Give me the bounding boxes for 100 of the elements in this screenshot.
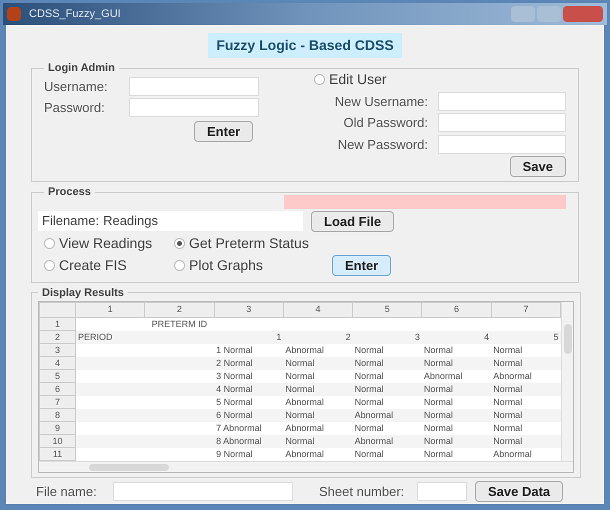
input-field[interactable] — [417, 482, 467, 501]
table-cell: Normal — [491, 344, 560, 356]
radio-option[interactable]: Create FIS — [44, 255, 174, 276]
field-label: File name: — [35, 482, 98, 501]
table-cell: Normal — [283, 370, 353, 382]
input-field[interactable] — [113, 482, 293, 501]
table-cell: 4 — [422, 330, 492, 344]
table-cell: 7 Abnormal — [214, 422, 284, 434]
row-header: 4 — [40, 356, 76, 370]
table-cell: Normal — [283, 408, 353, 422]
table-cell: Normal — [283, 382, 353, 396]
input-field[interactable] — [129, 76, 259, 96]
field-label: New Username: — [334, 92, 429, 110]
row-header: 3 — [40, 344, 76, 356]
row-header: 2 — [40, 330, 76, 344]
table-cell: Normal — [491, 396, 560, 408]
table-cell: Normal — [352, 382, 422, 396]
table-cell: Normal — [352, 344, 422, 356]
table-cell: Normal — [422, 356, 492, 370]
field-label: Sheet number: — [319, 482, 406, 501]
input-field[interactable] — [438, 92, 566, 111]
table-cell: 2 Normal — [214, 356, 284, 370]
table-cell: Normal — [352, 356, 422, 370]
table-cell: 3 — [352, 330, 422, 344]
panel-title: Display Results — [41, 286, 125, 300]
field-label: Old Password: — [342, 114, 429, 132]
button[interactable]: Enter — [194, 120, 254, 142]
column-header: 6 — [422, 302, 492, 318]
row-header: 10 — [40, 434, 76, 448]
table-cell: PRETERM ID — [144, 318, 214, 330]
table-cell: 3 Normal — [214, 370, 284, 382]
input-field[interactable] — [129, 98, 259, 118]
table-cell: 5 — [491, 330, 560, 344]
app-icon — [7, 7, 21, 21]
panel-title: Process — [47, 185, 92, 200]
table-cell: Normal — [283, 356, 353, 370]
row-header: 5 — [40, 370, 76, 382]
table-cell: Abnormal — [422, 370, 492, 382]
table-cell: 2 — [283, 330, 353, 344]
column-header: 4 — [283, 302, 353, 318]
table-cell: 1 Normal — [214, 344, 284, 356]
radio-option[interactable]: Get Preterm Status — [174, 232, 324, 254]
row-header: 6 — [40, 382, 76, 396]
input-field[interactable] — [438, 134, 566, 154]
row-header: 7 — [40, 396, 76, 408]
row-header: 1 — [40, 318, 76, 330]
field-label: New Password: — [336, 136, 429, 154]
table-cell: Abnormal — [491, 448, 560, 460]
filename-field[interactable]: Filename: Readings — [38, 211, 303, 231]
table-cell: Normal — [352, 396, 422, 408]
panel-title: Login Admin — [47, 61, 116, 76]
button[interactable]: Save — [510, 156, 566, 177]
horizontal-scrollbar[interactable] — [39, 461, 573, 472]
table-cell: Normal — [422, 396, 492, 408]
table-cell: Normal — [491, 422, 560, 434]
close-button[interactable] — [563, 6, 603, 22]
radio-option[interactable]: View Readings — [44, 232, 174, 254]
table-cell: Normal — [422, 422, 492, 434]
table-cell: Normal — [491, 356, 560, 370]
row-header: 11 — [40, 448, 76, 460]
field-label: Password: — [44, 99, 106, 117]
table-cell: Abnormal — [283, 396, 353, 408]
column-header: 2 — [144, 302, 214, 318]
table-cell: Abnormal — [283, 344, 353, 356]
table-cell: 1 — [214, 330, 284, 344]
column-header: 5 — [352, 302, 422, 318]
row-header: 8 — [40, 408, 76, 422]
table-cell: Normal — [491, 382, 560, 396]
table-cell: 4 Normal — [214, 382, 284, 396]
table-cell: Normal — [352, 422, 422, 434]
table-cell: Normal — [422, 408, 492, 422]
table-cell: 8 Abnormal — [214, 434, 284, 448]
vertical-scrollbar[interactable] — [561, 302, 573, 461]
table-cell: Abnormal — [283, 448, 353, 460]
table-cell: Abnormal — [352, 434, 422, 448]
input-field[interactable] — [438, 113, 566, 132]
table-cell: Abnormal — [352, 408, 422, 422]
table-cell: Normal — [491, 408, 560, 422]
column-header: 3 — [214, 302, 284, 318]
table-cell: 9 Normal — [214, 448, 284, 460]
app-heading: Fuzzy Logic - Based CDSS — [208, 33, 402, 58]
button[interactable]: Save Data — [475, 481, 564, 502]
table-cell: Normal — [422, 344, 492, 356]
table-cell: Normal — [283, 434, 353, 448]
table-cell: PERIOD — [76, 330, 145, 344]
minimize-button[interactable] — [511, 6, 535, 22]
field-label: Filename: — [42, 212, 100, 230]
table-cell: 6 Normal — [214, 408, 284, 422]
radio-option[interactable]: Edit User — [314, 68, 566, 90]
table-cell: Normal — [352, 370, 422, 382]
field-value: Readings — [103, 212, 158, 230]
column-header: 7 — [491, 302, 560, 318]
field-label: Username: — [44, 78, 109, 96]
table-cell: Normal — [422, 382, 492, 396]
table-cell: Abnormal — [491, 370, 560, 382]
button[interactable]: Enter — [332, 254, 392, 276]
row-header: 9 — [40, 422, 76, 434]
button[interactable]: Load File — [311, 210, 394, 232]
radio-option[interactable]: Plot Graphs — [174, 255, 324, 276]
column-header: 1 — [76, 302, 145, 318]
